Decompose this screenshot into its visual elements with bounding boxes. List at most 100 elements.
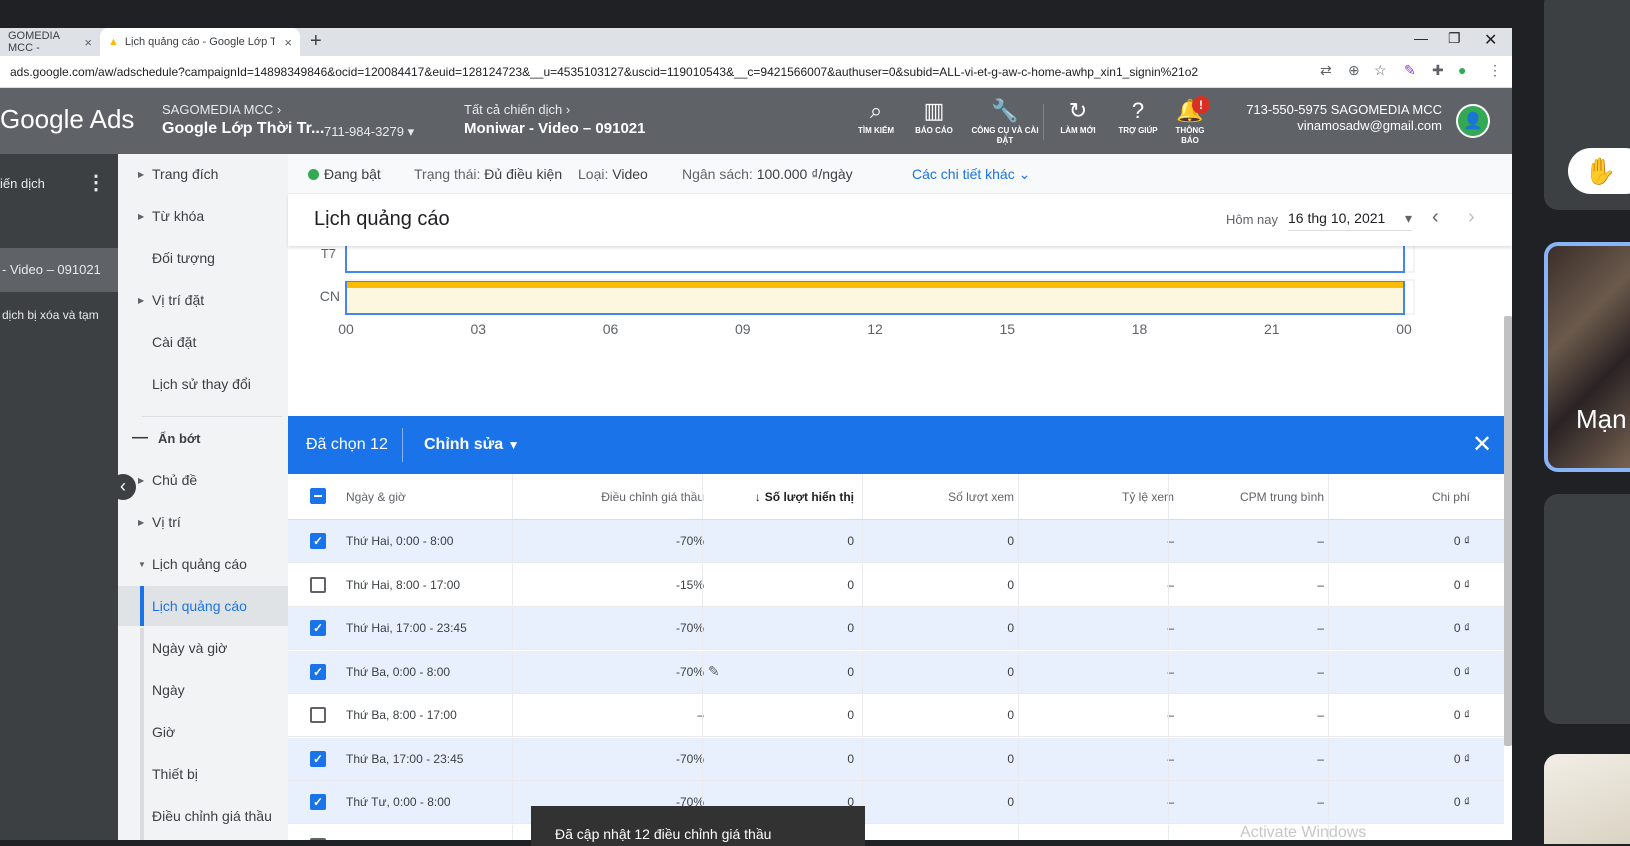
column-header[interactable]: ↓ Số lượt hiển thị bbox=[728, 474, 854, 519]
more-vert-icon[interactable]: ⋮ bbox=[86, 170, 106, 195]
google-ads-logo[interactable]: Google Ads bbox=[0, 104, 134, 135]
row-checkbox[interactable]: ✓ bbox=[310, 620, 326, 636]
chart-bar bbox=[347, 282, 1403, 288]
refresh-button[interactable]: ↻ LÀM MỚI bbox=[1048, 98, 1108, 136]
cell-bid[interactable]: -15% bbox=[528, 564, 704, 606]
column-header[interactable]: Số lượt xem bbox=[878, 474, 1014, 519]
browser-tab[interactable]: GOMEDIA MCC - × bbox=[0, 28, 100, 56]
scrollbar[interactable] bbox=[1504, 316, 1512, 746]
table-row[interactable]: ✓ Thứ Ba, 0:00 - 8:00 -70% ✎ 0 0 – – 0 ₫ bbox=[288, 650, 1504, 694]
cell-day: Thứ Tư, 8:00 - 17:00 bbox=[346, 825, 526, 841]
menu-hide-button[interactable]: — Ẩn bớt bbox=[118, 418, 288, 458]
column-header[interactable]: Tỷ lệ xem bbox=[1038, 474, 1174, 519]
menu-item-change-history[interactable]: Lịch sử thay đổi bbox=[118, 364, 288, 404]
date-picker[interactable]: 16 thg 10, 2021 ▾ bbox=[1288, 210, 1412, 231]
close-icon[interactable]: × bbox=[84, 35, 92, 50]
row-checkbox[interactable] bbox=[310, 707, 326, 723]
edit-dropdown-button[interactable]: Chỉnh sửa ▼ bbox=[424, 436, 520, 454]
menu-icon[interactable]: ⋮ bbox=[1488, 62, 1502, 79]
menu-item-day-time[interactable]: Ngày và giờ bbox=[118, 628, 288, 668]
menu-item-placements[interactable]: ▶ Vị trí đặt bbox=[118, 280, 288, 320]
account-name[interactable]: Google Lớp Thời Tr... bbox=[162, 120, 324, 138]
close-icon[interactable]: × bbox=[284, 35, 292, 50]
nav-item-removed[interactable]: dịch bị xóa và tạm bbox=[2, 308, 99, 322]
menu-item-keywords[interactable]: ▶ Từ khóa bbox=[118, 196, 288, 236]
page-title: Lịch quảng cáo bbox=[314, 208, 450, 230]
chart-tick-label: 15 bbox=[999, 321, 1015, 337]
row-checkbox[interactable]: ✓ bbox=[310, 663, 326, 680]
collapse-menu-icon[interactable]: ‹ bbox=[110, 474, 136, 500]
menu-item-day[interactable]: Ngày bbox=[118, 670, 288, 710]
column-header[interactable]: Điều chỉnh giá thầu bbox=[528, 474, 704, 519]
avatar[interactable]: 👤 bbox=[1456, 104, 1490, 138]
account-id[interactable]: 711-984-3279 ▾ bbox=[324, 124, 414, 140]
prev-date-icon[interactable]: ‹ bbox=[1432, 206, 1439, 229]
profile-icon[interactable]: ● bbox=[1458, 62, 1466, 78]
window-close-icon[interactable]: ✕ bbox=[1484, 30, 1497, 50]
table-row[interactable]: ✓ Thứ Hai, 0:00 - 8:00 -70% 0 0 – – 0 ₫ bbox=[288, 520, 1504, 563]
cell-bid[interactable]: -70% bbox=[528, 607, 704, 649]
table-row[interactable]: ✓ Thứ Hai, 17:00 - 23:45 -70% 0 0 – – 0 ₫ bbox=[288, 607, 1504, 650]
user-account[interactable]: 713-550-5975 SAGOMEDIA MCC bbox=[1246, 102, 1442, 117]
menu-item-devices[interactable]: Thiết bị bbox=[118, 754, 288, 794]
menu-item-bid-adjustments[interactable]: Điều chỉnh giá thầu bbox=[118, 796, 288, 836]
column-header[interactable]: Chi phí bbox=[1348, 474, 1470, 519]
row-checkbox[interactable]: ✓ bbox=[310, 533, 326, 549]
nav-item-campaign[interactable]: - Video – 091021 bbox=[2, 262, 101, 277]
table-row[interactable]: Thứ Hai, 8:00 - 17:00 -15% 0 0 – – 0 ₫ bbox=[288, 563, 1504, 607]
help-button[interactable]: ? TRỢ GIÚP bbox=[1108, 98, 1168, 136]
star-icon[interactable]: ☆ bbox=[1374, 62, 1387, 79]
account-parent-link[interactable]: SAGOMEDIA MCC › bbox=[162, 102, 281, 117]
table-row[interactable]: ✓ Thứ Tư, 0:00 - 8:00 -70% 0 0– –0 ₫ bbox=[288, 781, 1504, 824]
menu-item-hour[interactable]: Giờ bbox=[118, 712, 288, 752]
notifications-button[interactable]: 🔔 THÔNG BÁO bbox=[1160, 98, 1220, 146]
table-row[interactable]: ✓ Thứ Ba, 17:00 - 23:45 -70% 0 0 – – 0 ₫ bbox=[288, 737, 1504, 781]
schedule-chart-svg: T7 CN 00 03 06 09 12 15 18 21 00 bbox=[320, 241, 1415, 337]
minimize-icon[interactable]: — bbox=[1414, 30, 1428, 46]
caret-right-icon: ▶ bbox=[138, 517, 145, 527]
cell-bid[interactable]: – bbox=[528, 694, 704, 736]
cell-cpm: – bbox=[1317, 795, 1324, 809]
participant-video[interactable] bbox=[1544, 754, 1630, 844]
column-header[interactable]: Ngày & giờ bbox=[346, 474, 526, 519]
zoom-icon[interactable]: ⊕ bbox=[1348, 62, 1360, 79]
raise-hand-button[interactable]: ✋ bbox=[1568, 148, 1630, 194]
tab-bar: GOMEDIA MCC - × ▲ Lịch quảng cáo - Googl… bbox=[0, 28, 1512, 56]
table-row[interactable]: Thứ Ba, 8:00 - 17:00 – 0 0 – – 0 ₫ bbox=[288, 694, 1504, 737]
table-header-row: Ngày & giờ Điều chỉnh giá thầu ↓ Số lượt hi… bbox=[288, 474, 1504, 520]
menu-item-ad-schedule-group[interactable]: ▼ Lịch quảng cáo bbox=[118, 544, 288, 584]
browser-tab-active[interactable]: ▲ Lịch quảng cáo - Google Lớp Thờ × bbox=[100, 28, 300, 56]
row-checkbox[interactable]: ✓ bbox=[310, 750, 326, 767]
menu-item-topics[interactable]: ▶ Chủ đề bbox=[118, 460, 288, 500]
extension-pen-icon[interactable]: ✎ bbox=[1404, 62, 1416, 79]
address-bar[interactable]: ads.google.com/aw/adschedule?campaignId=… bbox=[0, 56, 1512, 88]
campaign-name[interactable]: Moniwar - Video – 091021 bbox=[464, 120, 645, 137]
participant-video[interactable]: Mạn bbox=[1544, 242, 1630, 472]
page-title-bar: Lịch quảng cáo Hôm nay 16 thg 10, 2021 ▾ … bbox=[288, 194, 1512, 246]
translate-icon[interactable]: ⇄ bbox=[1320, 62, 1332, 79]
reports-button[interactable]: ▥ BÁO CÁO bbox=[904, 98, 964, 136]
search-button[interactable]: ⌕ TÌM KIẾM bbox=[846, 98, 906, 136]
tools-button[interactable]: 🔧 CÔNG CỤ VÀ CÀI ĐẶT bbox=[970, 98, 1040, 146]
cell-rate: – bbox=[1167, 795, 1174, 809]
new-tab-icon[interactable]: + bbox=[310, 30, 322, 53]
restore-icon[interactable]: ❐ bbox=[1448, 30, 1461, 47]
cell-bid[interactable]: -70% bbox=[528, 651, 704, 693]
extensions-icon[interactable]: ✚ bbox=[1432, 62, 1444, 79]
menu-item-locations[interactable]: ▶ Vị trí bbox=[118, 502, 288, 542]
column-header[interactable]: CPM trung bình bbox=[1198, 474, 1324, 519]
row-checkbox[interactable] bbox=[310, 576, 326, 593]
status-dot-icon bbox=[308, 169, 319, 180]
cell-bid[interactable]: -70% bbox=[528, 738, 704, 780]
edit-pencil-icon[interactable]: ✎ bbox=[708, 663, 720, 680]
menu-item-audiences[interactable]: Đối tượng bbox=[118, 238, 288, 278]
cell-impr: 0 bbox=[847, 534, 854, 548]
campaign-parent-link[interactable]: Tất cả chiến dịch › bbox=[464, 102, 570, 117]
more-details-button[interactable]: Các chi tiết khác ⌄ bbox=[912, 166, 1030, 183]
cell-bid[interactable]: -70% bbox=[528, 520, 704, 562]
menu-item-landing-pages[interactable]: ▶ Trang đích bbox=[118, 154, 288, 194]
menu-item-settings[interactable]: Cài đặt bbox=[118, 322, 288, 362]
row-checkbox[interactable]: ✓ bbox=[310, 794, 326, 810]
select-all-checkbox[interactable] bbox=[310, 488, 326, 504]
close-icon[interactable]: ✕ bbox=[1472, 430, 1492, 459]
